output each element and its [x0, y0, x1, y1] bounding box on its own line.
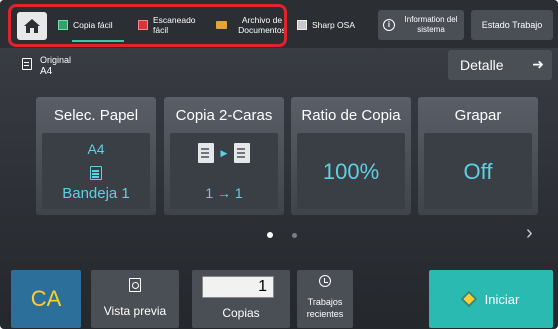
staple-tile[interactable]: Grapar Off — [418, 97, 538, 215]
paper-size-value: A4 — [87, 141, 105, 157]
details-button[interactable]: Detalle ➜ — [448, 50, 552, 80]
sharp-osa-label: Sharp OSA — [312, 20, 355, 30]
recent-jobs-button[interactable]: Trabajos recientes — [297, 270, 353, 328]
top-bar: Copia fácil Escaneado fácil Archivo de D… — [0, 0, 558, 48]
preview-button[interactable]: Vista previa — [91, 270, 179, 328]
original-document-icon — [22, 58, 32, 70]
paper-select-panel: A4 Bandeja 1 — [42, 133, 150, 209]
system-info-button[interactable]: i Information del sistema — [378, 10, 464, 40]
copy-ratio-value: 100% — [322, 159, 380, 184]
sharp-osa-button[interactable]: Sharp OSA — [297, 10, 355, 40]
staple-title: Grapar — [454, 107, 502, 124]
paper-select-tile[interactable]: Selec. Papel A4 Bandeja 1 — [36, 97, 156, 215]
copies-count-field[interactable]: 1 — [202, 276, 274, 298]
duplex-tile[interactable]: Copia 2-Caras ▶ 1 → 1 — [164, 97, 284, 215]
copy-ratio-title: Ratio de Copia — [301, 107, 401, 124]
duplex-value: 1 → 1 — [205, 185, 243, 201]
copy-ratio-tile[interactable]: Ratio de Copia 100% — [291, 97, 411, 215]
info-icon: i — [383, 19, 395, 31]
copies-label: Copias — [222, 306, 260, 320]
recent-jobs-label: Trabajos recientes — [306, 297, 344, 319]
osa-icon — [297, 20, 307, 30]
duplex-icon: ▶ — [170, 143, 278, 163]
start-label: Iniciar — [484, 291, 520, 307]
preview-label: Vista previa — [103, 304, 167, 318]
duplex-panel: ▶ 1 → 1 — [170, 133, 278, 209]
job-status-button[interactable]: Estado Trabajo — [471, 10, 553, 40]
staple-panel: Off — [424, 133, 532, 209]
original-size: A4 — [40, 66, 53, 77]
tray-value: Bandeja 1 — [62, 185, 130, 202]
start-button[interactable]: Iniciar — [429, 270, 553, 328]
system-info-label: Information del sistema — [404, 15, 458, 34]
page-dot[interactable] — [292, 233, 297, 238]
page-dot-active[interactable] — [267, 232, 273, 238]
highlight-frame — [8, 4, 287, 47]
copies-control[interactable]: 1 Copias — [192, 270, 290, 328]
details-label: Detalle — [460, 57, 504, 73]
original-label: Original — [40, 55, 72, 65]
clear-all-button[interactable]: CA — [11, 270, 81, 328]
duplex-title: Copia 2-Caras — [175, 107, 273, 124]
tray-icon — [90, 166, 102, 180]
copy-panel: Copia fácil Escaneado fácil Archivo de D… — [0, 0, 558, 329]
preview-icon — [129, 278, 141, 292]
paper-select-title: Selec. Papel — [53, 107, 139, 124]
history-icon — [319, 275, 331, 287]
start-icon — [460, 290, 478, 308]
copy-ratio-panel: 100% — [297, 133, 405, 209]
chevron-right-icon[interactable]: › — [526, 222, 533, 245]
arrow-right-icon: ➜ — [532, 56, 544, 72]
staple-value: Off — [463, 159, 493, 184]
